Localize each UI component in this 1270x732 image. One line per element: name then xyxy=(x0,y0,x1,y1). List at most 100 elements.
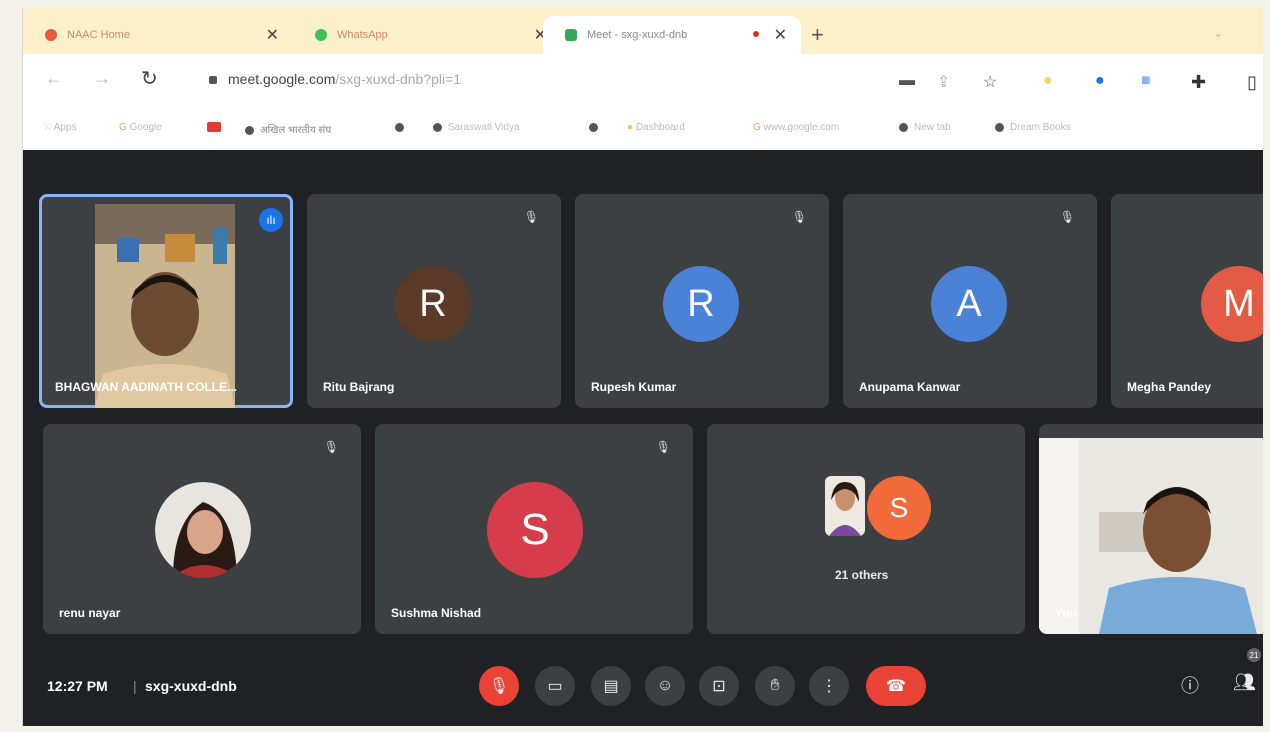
more-vert-icon: ⋮ xyxy=(821,678,837,695)
profile-photo xyxy=(155,482,251,578)
self-tile[interactable]: You xyxy=(1039,424,1263,634)
camera-toggle-button[interactable]: ▭ xyxy=(535,666,575,706)
participant-tile-bhagwan[interactable]: ılı BHAGWAN AADINATH COLLE... xyxy=(39,194,293,408)
participant-video xyxy=(95,204,235,408)
participant-name: Rupesh Kumar xyxy=(591,380,677,394)
share-icon[interactable]: ⇪ xyxy=(937,72,950,92)
bookmark-10[interactable]: Dream Books xyxy=(995,122,1071,133)
reload-icon[interactable]: ↻ xyxy=(141,66,158,91)
participant-tile-sushma[interactable]: 🎙︎ S Sushma Nishad xyxy=(375,424,693,634)
sidebar-icon[interactable]: ▯ xyxy=(1247,72,1257,93)
extension-mail-icon[interactable]: ■ xyxy=(1141,72,1151,90)
browser-window: NAAC Home ✕ WhatsApp ✕ Meet - sxg-xuxd-d… xyxy=(22,8,1263,726)
bookmark-7[interactable]: ● Dashboard xyxy=(627,122,685,133)
github-icon xyxy=(245,125,254,135)
github-icon xyxy=(433,122,442,132)
avatar: S xyxy=(867,476,931,540)
participant-name: renu nayar xyxy=(59,606,121,620)
participant-name: Sushma Nishad xyxy=(391,606,482,620)
bookmark-google[interactable]: G Google xyxy=(119,122,162,133)
toolbar: ← → ↻ meet.google.com/sxg-xuxd-dnb?pli=1… xyxy=(23,54,1263,110)
present-button[interactable]: ⊡ xyxy=(699,666,739,706)
others-tile[interactable]: S 21 others xyxy=(707,424,1025,634)
smiley-icon: ● xyxy=(627,122,636,133)
bookmark-4[interactable] xyxy=(395,122,410,133)
video-camera-icon: ▭ xyxy=(547,678,563,695)
star-icon[interactable]: ☆ xyxy=(983,72,997,92)
participant-name: Megha Pandey xyxy=(1127,380,1212,394)
github-icon xyxy=(899,122,908,132)
self-name: You xyxy=(1055,606,1077,620)
tab-search-chevron-icon[interactable]: ⌄ xyxy=(1213,26,1223,40)
meet-favicon-icon xyxy=(565,29,577,41)
bookmark-5[interactable]: Saraswati Vidya xyxy=(433,122,520,133)
tab-label: WhatsApp xyxy=(337,29,388,41)
phone-hangup-icon: ☎︎ xyxy=(886,678,906,695)
apps-grid-icon: ⁙ xyxy=(43,122,54,133)
participant-name: BHAGWAN AADINATH COLLE... xyxy=(55,380,237,394)
avatar: S xyxy=(487,482,583,578)
bookmark-3[interactable]: अखिल भारतीय संघ xyxy=(245,122,331,136)
mic-off-icon: 🎙︎ xyxy=(488,678,510,695)
meeting-time: 12:27 PM xyxy=(47,678,108,694)
bookmark-youtube[interactable] xyxy=(207,122,221,133)
youtube-icon xyxy=(207,122,221,133)
raise-hand-button[interactable]: ✋︎ xyxy=(755,666,795,706)
puzzle-icon[interactable]: ✚ xyxy=(1191,72,1206,93)
extension-yellow-icon[interactable]: ● xyxy=(1043,72,1053,90)
forward-arrow-icon[interactable]: → xyxy=(93,68,111,89)
github-icon xyxy=(395,122,404,132)
participant-tile-megha[interactable]: M Megha Pandey xyxy=(1111,194,1263,408)
extension-blue-icon[interactable]: ● xyxy=(1095,72,1105,90)
tab-label: NAAC Home xyxy=(67,29,130,41)
github-icon xyxy=(995,122,1004,132)
people-icon[interactable]: 👥︎ xyxy=(1233,672,1256,693)
naac-favicon-icon xyxy=(45,29,57,41)
self-video xyxy=(1039,438,1263,634)
participant-tile-anupama[interactable]: 🎙︎ A Anupama Kanwar xyxy=(843,194,1097,408)
tab-naac[interactable]: NAAC Home ✕ xyxy=(23,16,293,54)
participant-name: Anupama Kanwar xyxy=(859,380,961,394)
avatar: R xyxy=(395,266,471,342)
bookmark-9[interactable]: New tab xyxy=(899,122,951,133)
captions-button[interactable]: ▤ xyxy=(591,666,631,706)
captions-icon: ▤ xyxy=(603,678,619,695)
participant-name: Ritu Bajrang xyxy=(323,380,395,394)
new-tab-button[interactable]: + xyxy=(811,22,824,48)
bookmark-6[interactable] xyxy=(589,122,604,133)
hang-up-button[interactable]: ☎︎ xyxy=(866,666,926,706)
url-path: /sxg-xuxd-dnb?pli=1 xyxy=(335,71,462,87)
mic-toggle-button[interactable]: 🎙︎ xyxy=(479,666,519,706)
close-icon[interactable]: ✕ xyxy=(774,25,787,45)
avatar: M xyxy=(1201,266,1263,342)
camera-icon[interactable]: ▬ xyxy=(899,72,915,90)
participant-tile-ritu[interactable]: 🎙︎ R Ritu Bajrang xyxy=(307,194,561,408)
participant-tile-rupesh[interactable]: 🎙︎ R Rupesh Kumar xyxy=(575,194,829,408)
tab-label: Meet - sxg-xuxd-dnb xyxy=(587,29,688,41)
lock-icon[interactable] xyxy=(209,76,217,84)
participant-tile-renu[interactable]: 🎙︎ renu nayar xyxy=(43,424,361,634)
bookmark-apps[interactable]: ⁙ Apps xyxy=(43,122,76,133)
tab-bar: NAAC Home ✕ WhatsApp ✕ Meet - sxg-xuxd-d… xyxy=(23,8,1263,54)
close-icon[interactable]: ✕ xyxy=(266,25,279,45)
meeting-info-icon[interactable]: ⓘ xyxy=(1181,672,1199,698)
google-icon: G xyxy=(119,122,130,133)
speaking-indicator-icon: ılı xyxy=(259,208,283,232)
bookmark-8[interactable]: G www.google.com xyxy=(753,122,839,133)
url-host: meet.google.com xyxy=(228,71,336,87)
mic-off-icon: 🎙︎ xyxy=(655,440,671,454)
google-icon: G xyxy=(753,122,764,133)
reactions-button[interactable]: ☺ xyxy=(645,666,685,706)
tab-meet[interactable]: Meet - sxg-xuxd-dnb ✕ xyxy=(543,16,801,54)
back-arrow-icon[interactable]: ← xyxy=(45,68,63,89)
participant-count-badge: 21 xyxy=(1247,648,1261,662)
meet-stage: ılı BHAGWAN AADINATH COLLE... 🎙︎ R Ritu … xyxy=(23,150,1263,726)
bookmarks-bar: ⁙ Apps G Google अखिल भारतीय संघ Saraswat… xyxy=(23,110,1263,150)
address-bar[interactable]: meet.google.com/sxg-xuxd-dnb?pli=1 xyxy=(228,71,461,87)
more-options-button[interactable]: ⋮ xyxy=(809,666,849,706)
tab-whatsapp[interactable]: WhatsApp ✕ xyxy=(293,16,561,54)
mic-off-icon: 🎙︎ xyxy=(523,210,539,224)
mic-off-icon: 🎙︎ xyxy=(1059,210,1075,224)
others-photo xyxy=(825,476,865,536)
meeting-code: sxg-xuxd-dnb xyxy=(145,678,237,694)
